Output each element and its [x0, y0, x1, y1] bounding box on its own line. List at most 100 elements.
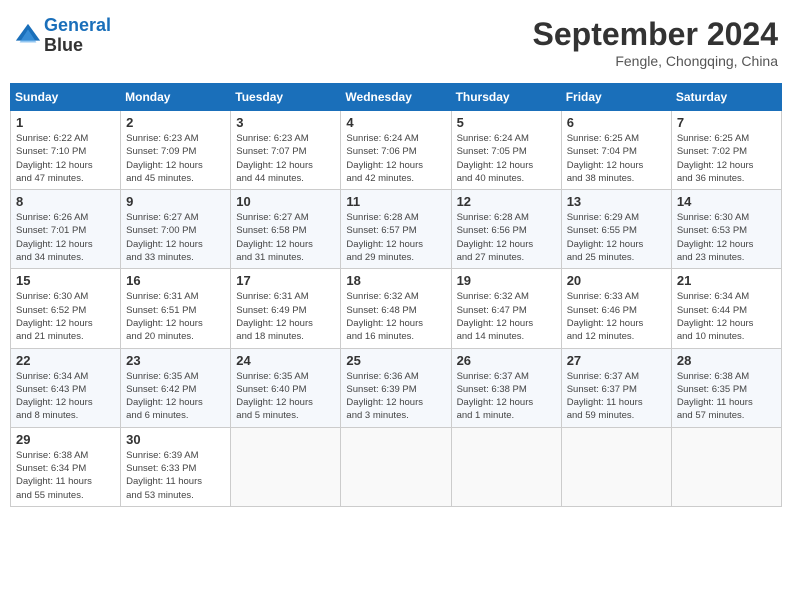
day-detail: Sunrise: 6:24 AMSunset: 7:05 PMDaylight:…	[457, 132, 556, 185]
calendar-cell: 7 Sunrise: 6:25 AMSunset: 7:02 PMDaylight…	[671, 111, 781, 190]
calendar-cell	[231, 427, 341, 506]
page-header: General Blue September 2024 Fengle, Chon…	[10, 10, 782, 75]
calendar-cell: 14 Sunrise: 6:30 AMSunset: 6:53 PMDayligh…	[671, 190, 781, 269]
day-number: 28	[677, 353, 776, 368]
day-number: 1	[16, 115, 115, 130]
day-detail: Sunrise: 6:24 AMSunset: 7:06 PMDaylight:…	[346, 132, 445, 185]
calendar-cell: 20 Sunrise: 6:33 AMSunset: 6:46 PMDayligh…	[561, 269, 671, 348]
calendar-table: SundayMondayTuesdayWednesdayThursdayFrid…	[10, 83, 782, 507]
calendar-cell	[451, 427, 561, 506]
day-detail: Sunrise: 6:32 AMSunset: 6:47 PMDaylight:…	[457, 290, 556, 343]
header-row: SundayMondayTuesdayWednesdayThursdayFrid…	[11, 84, 782, 111]
col-header-monday: Monday	[121, 84, 231, 111]
day-detail: Sunrise: 6:38 AMSunset: 6:34 PMDaylight:…	[16, 449, 115, 502]
calendar-cell: 1 Sunrise: 6:22 AMSunset: 7:10 PMDaylight…	[11, 111, 121, 190]
day-number: 14	[677, 194, 776, 209]
day-number: 20	[567, 273, 666, 288]
week-row-1: 1 Sunrise: 6:22 AMSunset: 7:10 PMDaylight…	[11, 111, 782, 190]
day-detail: Sunrise: 6:31 AMSunset: 6:51 PMDaylight:…	[126, 290, 225, 343]
calendar-cell: 23Sunrise: 6:35 AMSunset: 6:42 PMDayligh…	[121, 348, 231, 427]
day-detail: Sunrise: 6:28 AMSunset: 6:57 PMDaylight:…	[346, 211, 445, 264]
day-detail: Sunrise: 6:31 AMSunset: 6:49 PMDaylight:…	[236, 290, 335, 343]
week-row-5: 29 Sunrise: 6:38 AMSunset: 6:34 PMDayligh…	[11, 427, 782, 506]
day-detail: Sunrise: 6:37 AMSunset: 6:37 PMDaylight:…	[567, 370, 666, 423]
calendar-cell	[561, 427, 671, 506]
calendar-cell: 29 Sunrise: 6:38 AMSunset: 6:34 PMDayligh…	[11, 427, 121, 506]
day-detail: Sunrise: 6:23 AMSunset: 7:07 PMDaylight:…	[236, 132, 335, 185]
calendar-cell: 9 Sunrise: 6:27 AMSunset: 7:00 PMDaylight…	[121, 190, 231, 269]
day-number: 8	[16, 194, 115, 209]
day-number: 9	[126, 194, 225, 209]
day-number: 17	[236, 273, 335, 288]
day-number: 15	[16, 273, 115, 288]
week-row-4: 22Sunrise: 6:34 AMSunset: 6:43 PMDayligh…	[11, 348, 782, 427]
calendar-cell	[341, 427, 451, 506]
calendar-cell: 28 Sunrise: 6:38 AMSunset: 6:35 PMDayligh…	[671, 348, 781, 427]
day-number: 5	[457, 115, 556, 130]
calendar-cell: 18 Sunrise: 6:32 AMSunset: 6:48 PMDayligh…	[341, 269, 451, 348]
calendar-cell: 22Sunrise: 6:34 AMSunset: 6:43 PMDayligh…	[11, 348, 121, 427]
day-detail: Sunrise: 6:26 AMSunset: 7:01 PMDaylight:…	[16, 211, 115, 264]
calendar-cell: 16 Sunrise: 6:31 AMSunset: 6:51 PMDayligh…	[121, 269, 231, 348]
calendar-cell: 13 Sunrise: 6:29 AMSunset: 6:55 PMDayligh…	[561, 190, 671, 269]
day-detail: Sunrise: 6:35 AMSunset: 6:40 PMDaylight:…	[236, 370, 335, 423]
calendar-cell: 11 Sunrise: 6:28 AMSunset: 6:57 PMDayligh…	[341, 190, 451, 269]
calendar-cell: 10 Sunrise: 6:27 AMSunset: 6:58 PMDayligh…	[231, 190, 341, 269]
day-detail: Sunrise: 6:23 AMSunset: 7:09 PMDaylight:…	[126, 132, 225, 185]
col-header-wednesday: Wednesday	[341, 84, 451, 111]
day-detail: Sunrise: 6:32 AMSunset: 6:48 PMDaylight:…	[346, 290, 445, 343]
calendar-cell: 19Sunrise: 6:32 AMSunset: 6:47 PMDayligh…	[451, 269, 561, 348]
day-number: 10	[236, 194, 335, 209]
day-detail: Sunrise: 6:29 AMSunset: 6:55 PMDaylight:…	[567, 211, 666, 264]
day-number: 27	[567, 353, 666, 368]
calendar-cell: 26Sunrise: 6:37 AMSunset: 6:38 PMDayligh…	[451, 348, 561, 427]
logo: General Blue	[14, 16, 111, 56]
calendar-cell: 5 Sunrise: 6:24 AMSunset: 7:05 PMDaylight…	[451, 111, 561, 190]
calendar-cell: 15 Sunrise: 6:30 AMSunset: 6:52 PMDayligh…	[11, 269, 121, 348]
day-number: 4	[346, 115, 445, 130]
day-detail: Sunrise: 6:34 AMSunset: 6:43 PMDaylight:…	[16, 370, 115, 423]
col-header-thursday: Thursday	[451, 84, 561, 111]
day-detail: Sunrise: 6:33 AMSunset: 6:46 PMDaylight:…	[567, 290, 666, 343]
col-header-tuesday: Tuesday	[231, 84, 341, 111]
day-number: 12	[457, 194, 556, 209]
calendar-cell: 12Sunrise: 6:28 AMSunset: 6:56 PMDayligh…	[451, 190, 561, 269]
day-number: 16	[126, 273, 225, 288]
logo-line1: General	[44, 15, 111, 35]
calendar-cell: 21 Sunrise: 6:34 AMSunset: 6:44 PMDayligh…	[671, 269, 781, 348]
day-detail: Sunrise: 6:25 AMSunset: 7:04 PMDaylight:…	[567, 132, 666, 185]
calendar-cell: 17 Sunrise: 6:31 AMSunset: 6:49 PMDayligh…	[231, 269, 341, 348]
day-detail: Sunrise: 6:25 AMSunset: 7:02 PMDaylight:…	[677, 132, 776, 185]
day-number: 3	[236, 115, 335, 130]
col-header-saturday: Saturday	[671, 84, 781, 111]
day-number: 13	[567, 194, 666, 209]
day-number: 11	[346, 194, 445, 209]
logo-line2: Blue	[44, 36, 111, 56]
day-number: 21	[677, 273, 776, 288]
day-number: 26	[457, 353, 556, 368]
day-detail: Sunrise: 6:39 AMSunset: 6:33 PMDaylight:…	[126, 449, 225, 502]
day-detail: Sunrise: 6:27 AMSunset: 7:00 PMDaylight:…	[126, 211, 225, 264]
calendar-cell: 27 Sunrise: 6:37 AMSunset: 6:37 PMDayligh…	[561, 348, 671, 427]
week-row-3: 15 Sunrise: 6:30 AMSunset: 6:52 PMDayligh…	[11, 269, 782, 348]
day-number: 25	[346, 353, 445, 368]
day-number: 7	[677, 115, 776, 130]
day-number: 24	[236, 353, 335, 368]
col-header-friday: Friday	[561, 84, 671, 111]
week-row-2: 8 Sunrise: 6:26 AMSunset: 7:01 PMDaylight…	[11, 190, 782, 269]
day-detail: Sunrise: 6:36 AMSunset: 6:39 PMDaylight:…	[346, 370, 445, 423]
day-detail: Sunrise: 6:30 AMSunset: 6:53 PMDaylight:…	[677, 211, 776, 264]
day-detail: Sunrise: 6:34 AMSunset: 6:44 PMDaylight:…	[677, 290, 776, 343]
day-detail: Sunrise: 6:22 AMSunset: 7:10 PMDaylight:…	[16, 132, 115, 185]
day-detail: Sunrise: 6:38 AMSunset: 6:35 PMDaylight:…	[677, 370, 776, 423]
col-header-sunday: Sunday	[11, 84, 121, 111]
day-number: 29	[16, 432, 115, 447]
day-detail: Sunrise: 6:27 AMSunset: 6:58 PMDaylight:…	[236, 211, 335, 264]
calendar-cell: 25 Sunrise: 6:36 AMSunset: 6:39 PMDayligh…	[341, 348, 451, 427]
logo-text: General Blue	[44, 16, 111, 56]
day-detail: Sunrise: 6:35 AMSunset: 6:42 PMDaylight:…	[126, 370, 225, 423]
day-number: 18	[346, 273, 445, 288]
day-detail: Sunrise: 6:30 AMSunset: 6:52 PMDaylight:…	[16, 290, 115, 343]
location-title: Fengle, Chongqing, China	[533, 53, 778, 69]
calendar-cell: 8 Sunrise: 6:26 AMSunset: 7:01 PMDaylight…	[11, 190, 121, 269]
